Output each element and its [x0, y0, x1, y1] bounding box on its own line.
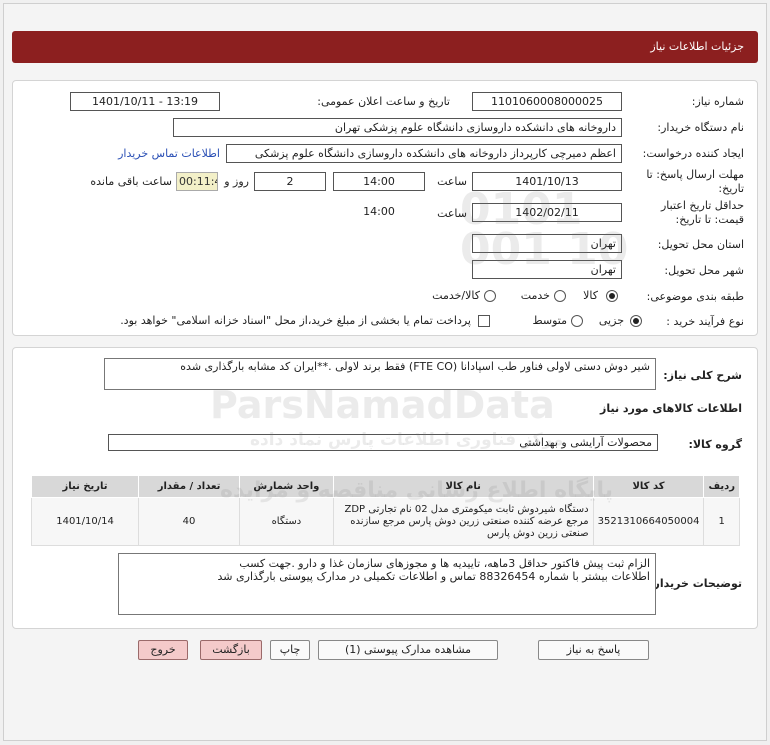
table-row[interactable]: 1 3521310664050004 دستگاه شیردوش ثابت می… [30, 497, 740, 546]
goods-table: ردیف کد کالا نام کالا واحد شمارش تعداد /… [30, 475, 740, 546]
category-label: طبقه بندی موضوعی: [646, 290, 744, 303]
deadline-time-field: 14:00 [333, 172, 425, 191]
row-code: 3521310664050004 [592, 497, 705, 546]
exit-button[interactable]: خروج [138, 640, 188, 660]
row-qty: 40 [138, 497, 240, 546]
city-field: تهران [472, 260, 622, 279]
contact-buyer-link[interactable]: اطلاعات تماس خریدار [118, 147, 220, 160]
row-name-line-1: دستگاه شیردوش ثابت میکومتری مدل 02 نام ت… [344, 503, 589, 515]
creator-field: اعظم دمیرچی کارپرداز داروخانه های دانشکد… [226, 144, 622, 163]
description-label: شرح کلی نیاز: [663, 369, 742, 382]
row-index: 1 [703, 497, 740, 546]
description-field: شیر دوش دستی لاولی فناور طب اسپادانا (FT… [104, 358, 656, 390]
buyer-label: نام دستگاه خریدار: [657, 121, 744, 134]
remaining-time-field: 00:11:45 [176, 172, 218, 191]
treasury-payment-label: پرداخت تمام یا بخشی از مبلغ خرید،از محل … [120, 314, 471, 327]
deadline-label-1: مهلت ارسال پاسخ: تا [646, 168, 744, 181]
purchase-option-medium: متوسط [532, 314, 567, 327]
purchase-type-label: نوع فرآیند خرید : [666, 315, 744, 328]
deadline-time-label: ساعت [437, 175, 467, 188]
col-name: نام کالا [332, 475, 594, 498]
row-date: 1401/10/14 [30, 497, 140, 546]
col-unit: واحد شمارش [239, 475, 334, 498]
col-date: تاریخ نیاز [30, 475, 140, 498]
need-number-field: 1101060008000025 [472, 92, 622, 111]
category-option-goods: کالا [583, 289, 598, 302]
col-code: کد کالا [592, 475, 705, 498]
goods-section-title: اطلاعات کالاهای مورد نیاز [600, 402, 742, 415]
row-name: دستگاه شیردوش ثابت میکومتری مدل 02 نام ت… [332, 497, 594, 546]
remaining-label: ساعت باقی مانده [90, 175, 172, 188]
col-index: ردیف [703, 475, 740, 498]
category-radio-goods[interactable] [606, 290, 618, 302]
goods-group-label: گروه کالا: [688, 438, 742, 451]
buyer-field: داروخانه های دانشکده داروسازی دانشگاه عل… [173, 118, 622, 137]
purchase-radio-minor[interactable] [630, 315, 642, 327]
buyer-notes-label: توضیحات خریدار: [649, 577, 742, 590]
category-option-goods-service: کالا/خدمت [432, 289, 480, 302]
validity-time-label: ساعت [437, 207, 467, 220]
table-header-row: ردیف کد کالا نام کالا واحد شمارش تعداد /… [30, 475, 740, 498]
city-label: شهر محل تحویل: [664, 264, 744, 277]
row-name-line-3: صنعتی زرین دوش پارس [487, 527, 589, 539]
buyer-notes-line-2: اطلاعات بیشتر با شماره 88326454 تماس و ا… [217, 570, 650, 583]
province-label: استان محل تحویل: [657, 238, 744, 251]
deadline-label-2: تاریخ: [718, 182, 744, 195]
back-button[interactable]: بازگشت [200, 640, 262, 660]
category-radio-service[interactable] [554, 290, 566, 302]
purchase-option-minor: جزیی [598, 314, 624, 327]
col-qty: تعداد / مقدار [138, 475, 240, 498]
validity-label-2: قیمت: تا تاریخ: [675, 213, 744, 226]
treasury-payment-checkbox[interactable] [478, 315, 490, 327]
province-field: تهران [472, 234, 622, 253]
days-label: روز و [224, 175, 249, 188]
purchase-radio-medium[interactable] [571, 315, 583, 327]
validity-date-field: 1402/02/11 [472, 203, 622, 222]
announce-field: 1401/10/11 - 13:19 [70, 92, 220, 111]
validity-time-field: 14:00 [363, 205, 395, 218]
creator-label: ایجاد کننده درخواست: [642, 147, 744, 160]
days-field: 2 [254, 172, 326, 191]
buyer-notes-field: الزام ثبت پیش فاکتور حداقل 3ماهه، تاییدی… [118, 553, 656, 615]
buyer-notes-line-1: الزام ثبت پیش فاکتور حداقل 3ماهه، تاییدی… [239, 557, 650, 570]
row-unit: دستگاه [239, 497, 334, 546]
category-radio-goods-service[interactable] [484, 290, 496, 302]
need-number-label: شماره نیاز: [691, 95, 744, 108]
print-button[interactable]: چاپ [270, 640, 310, 660]
page-title: جزئیات اطلاعات نیاز [12, 31, 758, 63]
goods-group-field: محصولات آرایشی و بهداشتی [108, 434, 658, 451]
reply-button[interactable]: پاسخ به نیاز [538, 640, 649, 660]
announce-label: تاریخ و ساعت اعلان عمومی: [317, 95, 450, 108]
row-name-line-2: مرجع عرضه کننده صنعتی زرین دوش پارس مرجع… [350, 515, 589, 527]
category-option-service: خدمت [520, 289, 550, 302]
deadline-date-field: 1401/10/13 [472, 172, 622, 191]
attachments-button[interactable]: مشاهده مدارک پیوستی (1) [318, 640, 498, 660]
validity-label-1: حداقل تاریخ اعتبار [660, 199, 744, 212]
